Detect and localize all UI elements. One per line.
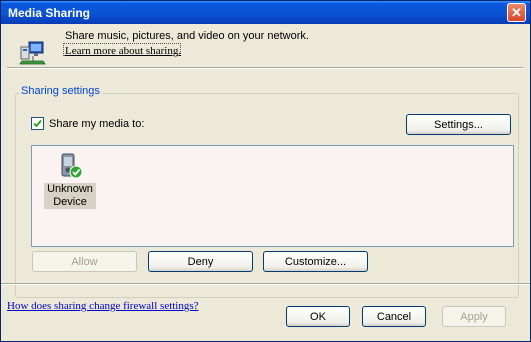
header-description: Share music, pictures, and video on your… [65, 30, 309, 42]
share-media-label: Share my media to: [49, 117, 145, 130]
cancel-button[interactable]: Cancel [362, 306, 426, 327]
title-bar[interactable]: Media Sharing ✕ [1, 1, 530, 24]
media-sharing-network-icon [19, 41, 46, 65]
device-allowed-check-icon [61, 153, 83, 179]
device-list[interactable]: Unknown Device [31, 145, 514, 247]
device-item-unknown-device[interactable]: Unknown Device [44, 150, 96, 209]
header-divider [7, 67, 523, 69]
window-title: Media Sharing [8, 6, 91, 20]
device-label-line-2: Device [53, 196, 87, 208]
learn-more-link[interactable]: Learn more about sharing. [65, 45, 181, 57]
dialog-content: Share music, pictures, and video on your… [1, 24, 530, 341]
device-label-line-1: Unknown [47, 183, 93, 195]
close-button[interactable]: ✕ [507, 3, 526, 22]
device-label: Unknown Device [44, 183, 96, 209]
footer-divider [1, 283, 530, 285]
share-media-checkbox-row[interactable]: Share my media to: [31, 117, 144, 130]
close-icon: ✕ [511, 5, 522, 20]
sharing-settings-label: Sharing settings [19, 85, 102, 97]
allow-button[interactable]: Allow [32, 251, 137, 272]
customize-button[interactable]: Customize... [263, 251, 368, 272]
deny-button[interactable]: Deny [148, 251, 253, 272]
checkmark-icon [33, 119, 42, 128]
share-media-checkbox[interactable] [31, 117, 44, 130]
apply-button[interactable]: Apply [442, 306, 506, 327]
media-sharing-dialog: Media Sharing ✕ Share music, pictures, a… [0, 0, 531, 342]
firewall-help-link[interactable]: How does sharing change firewall setting… [7, 300, 199, 312]
ok-button[interactable]: OK [286, 306, 350, 327]
settings-button[interactable]: Settings... [406, 114, 511, 135]
